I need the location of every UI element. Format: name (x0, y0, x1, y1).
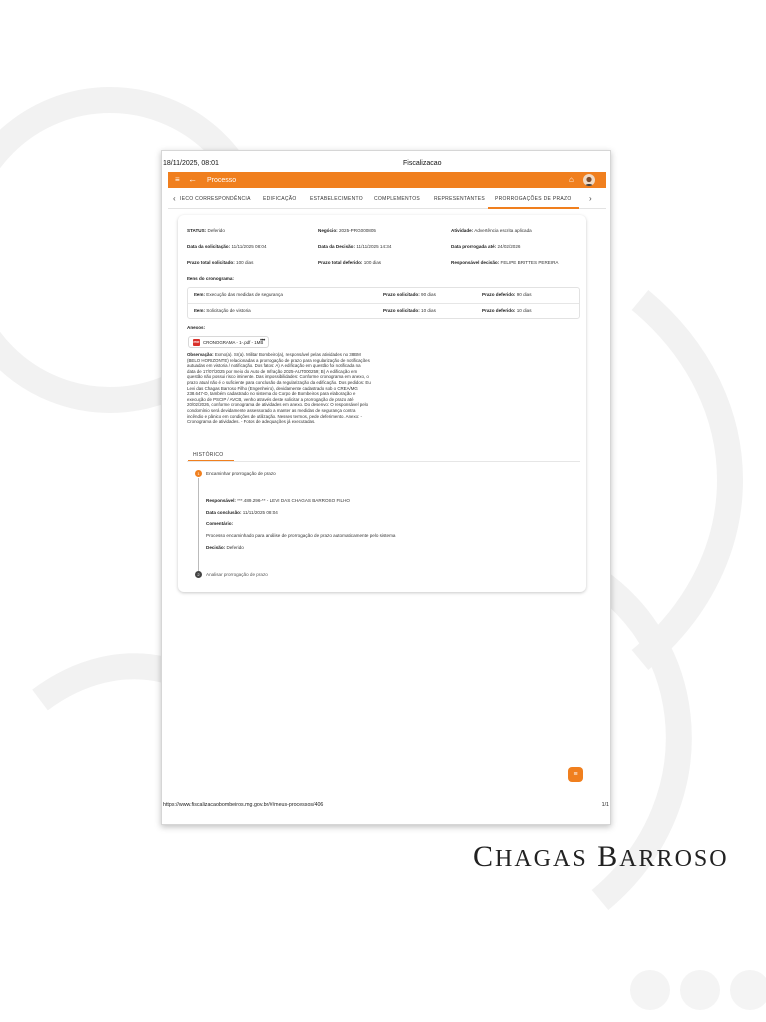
anexos-title: Anexos: (187, 325, 206, 330)
itens-title: Itens do cronograma: (187, 276, 234, 281)
tabs-scroll-left-icon[interactable]: ‹ (173, 194, 176, 203)
page-title: Processo (207, 177, 237, 184)
tab-estabelecimento[interactable]: ESTABELECIMENTO (310, 196, 363, 202)
brand-logo: CHAGAS BARROSO (473, 840, 729, 873)
page-url: https://www.fiscalizacaobombeiros.mg.gov… (163, 802, 324, 808)
timeline-line (198, 478, 199, 574)
print-datetime: 18/11/2025, 08:01 (163, 160, 219, 167)
page-number: 1/1 (601, 802, 609, 808)
list-icon[interactable]: ≡ (568, 767, 583, 782)
data-prorrogada-field: Data prorrogada até: 24/02/2026 (451, 244, 521, 249)
attachment-name: CRONOGRAMA - 1-.pdf - 1MB (203, 340, 264, 345)
tab-historico[interactable]: HISTÓRICO (188, 448, 234, 461)
step-1-title: Encaminhar prorrogação de prazo (206, 471, 276, 476)
pdf-icon: PDF (193, 339, 200, 346)
item-prazo-solicitado: Prazo solicitado: 90 dias (383, 292, 436, 297)
more-options-icon[interactable]: ••• (260, 338, 265, 344)
attachment-chip[interactable]: PDF CRONOGRAMA - 1-.pdf - 1MB ••• (188, 336, 269, 348)
observacao-text: Observação: Exmo(a). Sr(a). Militar Bomb… (187, 352, 371, 425)
prazo-deferido-field: Prazo total deferido: 100 dias (318, 260, 382, 265)
atividade-field: Atividade: Advertência escrita aplicada (451, 228, 532, 233)
status-field: STATUS: Deferido (187, 228, 225, 233)
tab-representantes[interactable]: REPRESENTANTES (434, 196, 485, 202)
list-item: Item: Execução das medidas de segurança (194, 292, 283, 297)
tab-edificacao[interactable]: EDIFICAÇÃO (263, 196, 297, 202)
item-prazo-deferido: Prazo deferido: 10 dias (482, 308, 532, 313)
tab-correspondencia[interactable]: IECO CORRESPONDÊNCIA (180, 196, 251, 202)
historico-divider (187, 461, 580, 462)
negocio-field: Negócio: 2025-PRG000805 (318, 228, 376, 233)
timeline-step-1: 1 (195, 470, 202, 477)
historico-comentario: Processo encaminhado para análise de pro… (206, 533, 396, 538)
menu-icon[interactable]: ≡ (175, 175, 180, 185)
item-prazo-solicitado: Prazo solicitado: 10 dias (383, 308, 436, 313)
step-2-title: Analisar prorrogação de prazo (206, 572, 268, 577)
tab-prorrogacoes[interactable]: PRORROGAÇÕES DE PRAZO (495, 196, 572, 202)
print-title: Fiscalizacao (403, 160, 442, 167)
tabs-scroll-right-icon[interactable]: › (589, 194, 592, 203)
prazo-solicitado-field: Prazo total solicitado: 100 dias (187, 260, 254, 265)
historico-comentario-label: Comentário: (206, 521, 234, 526)
item-prazo-deferido: Prazo deferido: 90 dias (482, 292, 532, 297)
historico-data-conclusao: Data conclusão: 11/11/2025 08:04 (206, 510, 278, 515)
arrow-left-icon[interactable]: ← (188, 174, 197, 185)
active-tab-indicator (488, 207, 579, 209)
avatar[interactable] (583, 174, 595, 186)
list-item: Item: Solicitação de vistoria (194, 308, 251, 313)
tab-complementos[interactable]: COMPLEMENTOS (374, 196, 420, 202)
process-tabs: ‹ IECO CORRESPONDÊNCIA EDIFICAÇÃO ESTABE… (168, 188, 606, 209)
historico-responsavel: Responsável: ***.489.296-** - LEVI DAS C… (206, 498, 350, 503)
data-decisao-field: Data da Decisão: 11/11/2025 14:34 (318, 244, 392, 249)
print-footer: https://www.fiscalizacaobombeiros.mg.gov… (163, 802, 609, 812)
data-solicitacao-field: Data da solicitação: 11/11/2025 08:04 (187, 244, 267, 249)
timeline-step-2: 2 (195, 571, 202, 578)
print-header: 18/11/2025, 08:01 Fiscalizacao (163, 160, 609, 172)
responsavel-decisao-field: Responsável decisão: FELIPE BRITTES PERE… (451, 260, 559, 265)
home-icon[interactable]: ⌂ (569, 175, 574, 185)
historico-decisao: Decisão: Deferido (206, 545, 244, 550)
app-bar: ≡ ← Processo ⌂ (168, 172, 606, 188)
